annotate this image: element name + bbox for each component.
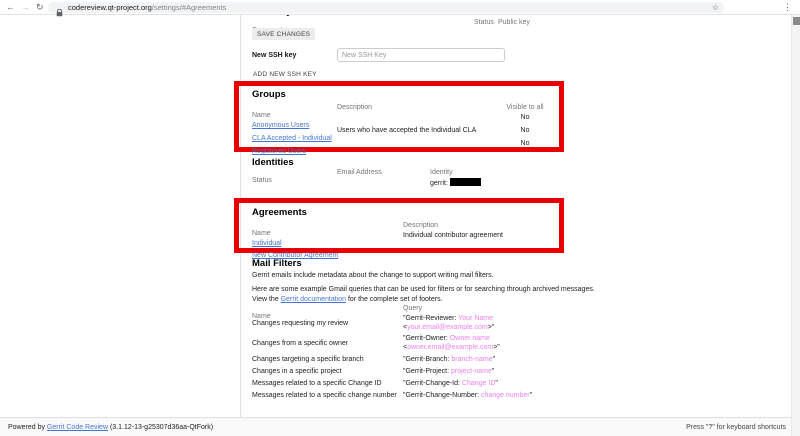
mail-filter-query: "Gerrit-Project: project-name" <box>403 367 494 376</box>
column-identity: Identity <box>430 169 453 176</box>
mail-filter-query: "Gerrit-Change-Number: change number" <box>403 391 532 400</box>
intro2-post: for the complete set of footers. <box>346 296 443 303</box>
scrollbar-thumb[interactable] <box>793 17 800 25</box>
agreements-table-header: Name Description <box>252 222 555 232</box>
mail-filter-name: Changes targeting a specific branch <box>252 356 403 363</box>
highlight-box-groups: Groups Name Description Visible to all A… <box>234 81 564 152</box>
mail-filter-row: Changes in a specific project "Gerrit-Pr… <box>252 366 672 376</box>
column-status: Status <box>474 19 494 26</box>
column-status: Status <box>252 177 272 184</box>
mail-filter-row: Changes from a specific owner "Gerrit-Ow… <box>252 334 672 352</box>
highlight-box-agreements: Agreements Name Description Individual I… <box>234 198 564 253</box>
column-email-address: Email Address <box>337 169 382 176</box>
mail-filter-name: Messages related to a specific Change ID <box>252 380 403 387</box>
browser-toolbar: ← → ↻ codereview.qt-project.org/settings… <box>0 0 800 15</box>
column-query: Query <box>403 305 422 312</box>
agreement-description: Individual contributor agreement <box>403 232 503 239</box>
new-ssh-key-input[interactable] <box>337 48 505 62</box>
redacted-identity-value <box>450 178 481 186</box>
identity-row: gerrit: <box>430 178 481 187</box>
mail-filters-intro2: Here are some example Gmail queries that… <box>252 285 595 304</box>
intro2-line1: Here are some example Gmail queries that… <box>252 286 595 293</box>
address-bar[interactable]: codereview.qt-project.org/settings/#Agre… <box>48 2 724 13</box>
mail-filter-row: Changes requesting my review "Gerrit-Rev… <box>252 314 672 332</box>
mail-filter-query: "Gerrit-Owner: Owner name <owner.email@e… <box>403 334 500 352</box>
new-ssh-key-label: New SSH key <box>252 52 296 59</box>
add-new-ssh-key-button[interactable]: ADD NEW SSH KEY <box>253 69 317 80</box>
browser-menu-icon[interactable]: ⋮ <box>783 1 792 13</box>
group-visible: No <box>505 140 545 147</box>
powered-by: Powered by Gerrit Code Review (3.1.12-13… <box>8 424 213 431</box>
agreement-row: Individual Individual contributor agreem… <box>252 232 555 244</box>
mail-filter-name: Changes from a specific owner <box>252 340 403 347</box>
mail-filter-name: Changes in a specific project <box>252 368 403 375</box>
group-row: Anonymous Users No <box>252 114 555 127</box>
powered-pre: Powered by <box>8 424 47 431</box>
identities-title: Identities <box>252 157 294 168</box>
column-description: Description <box>337 104 372 111</box>
group-description: Users who have accepted the Individual C… <box>337 127 476 134</box>
column-visible-to-all: Visible to all <box>505 104 545 111</box>
version-text: (3.1.12-13-g25307d36aa-QtFork) <box>108 424 213 431</box>
identities-table-header: Status Email Address Identity <box>252 169 552 187</box>
groups-table-header: Name Description Visible to all <box>252 104 555 114</box>
mail-filter-query: "Gerrit-Branch: branch-name" <box>403 355 495 364</box>
mail-filter-query: "Gerrit-Reviewer: Your Name <your.email@… <box>403 314 494 332</box>
mail-filter-query: "Gerrit-Change-Id: Change ID" <box>403 379 498 388</box>
column-public-key: Public key <box>498 19 530 26</box>
mail-filter-name: Messages related to a specific change nu… <box>252 392 403 399</box>
mail-filter-row: Changes targeting a specific branch "Ger… <box>252 354 672 364</box>
agreements-title: Agreements <box>252 207 555 218</box>
mail-filter-row: Messages related to a specific Change ID… <box>252 378 672 388</box>
mail-filters-intro: Gerrit emails include metadata about the… <box>252 271 494 281</box>
mail-filter-row: Messages related to a specific change nu… <box>252 390 672 400</box>
padlock-icon[interactable] <box>56 4 63 22</box>
gerrit-documentation-link[interactable]: Gerrit documentation <box>281 296 346 303</box>
forward-icon[interactable]: → <box>21 1 30 13</box>
url-path: /settings/#Agreements <box>152 3 227 12</box>
save-changes-button[interactable]: SAVE CHANGES <box>252 28 315 40</box>
identity-prefix: gerrit: <box>430 180 448 187</box>
agreement-row: New Contributor Agreement <box>252 244 555 256</box>
scrollbar[interactable] <box>791 15 800 436</box>
column-description: Description <box>403 222 438 229</box>
keyboard-shortcuts-hint: Press "?" for keyboard shortcuts <box>686 424 786 431</box>
group-link[interactable]: Registered Users <box>252 148 306 155</box>
groups-title: Groups <box>252 89 555 100</box>
gerrit-code-review-link[interactable]: Gerrit Code Review <box>47 424 108 431</box>
url-host: codereview.qt-project.org <box>68 3 152 12</box>
mail-filter-name: Changes requesting my review <box>252 320 403 327</box>
group-visible: No <box>505 127 545 134</box>
reload-icon[interactable]: ↻ <box>36 1 44 13</box>
url-text: codereview.qt-project.org/settings/#Agre… <box>68 3 226 12</box>
intro2-pre: View the <box>252 296 281 303</box>
group-visible: No <box>505 114 545 121</box>
bookmark-star-icon[interactable]: ☆ <box>712 2 719 13</box>
mail-filters-title: Mail Filters <box>252 258 302 269</box>
group-row: Registered Users No <box>252 140 555 153</box>
back-icon[interactable]: ← <box>6 1 15 13</box>
settings-sidebar <box>0 15 241 417</box>
page-footer: Powered by Gerrit Code Review (3.1.12-13… <box>0 417 800 436</box>
group-row: CLA Accepted - Individual Users who have… <box>252 127 555 140</box>
